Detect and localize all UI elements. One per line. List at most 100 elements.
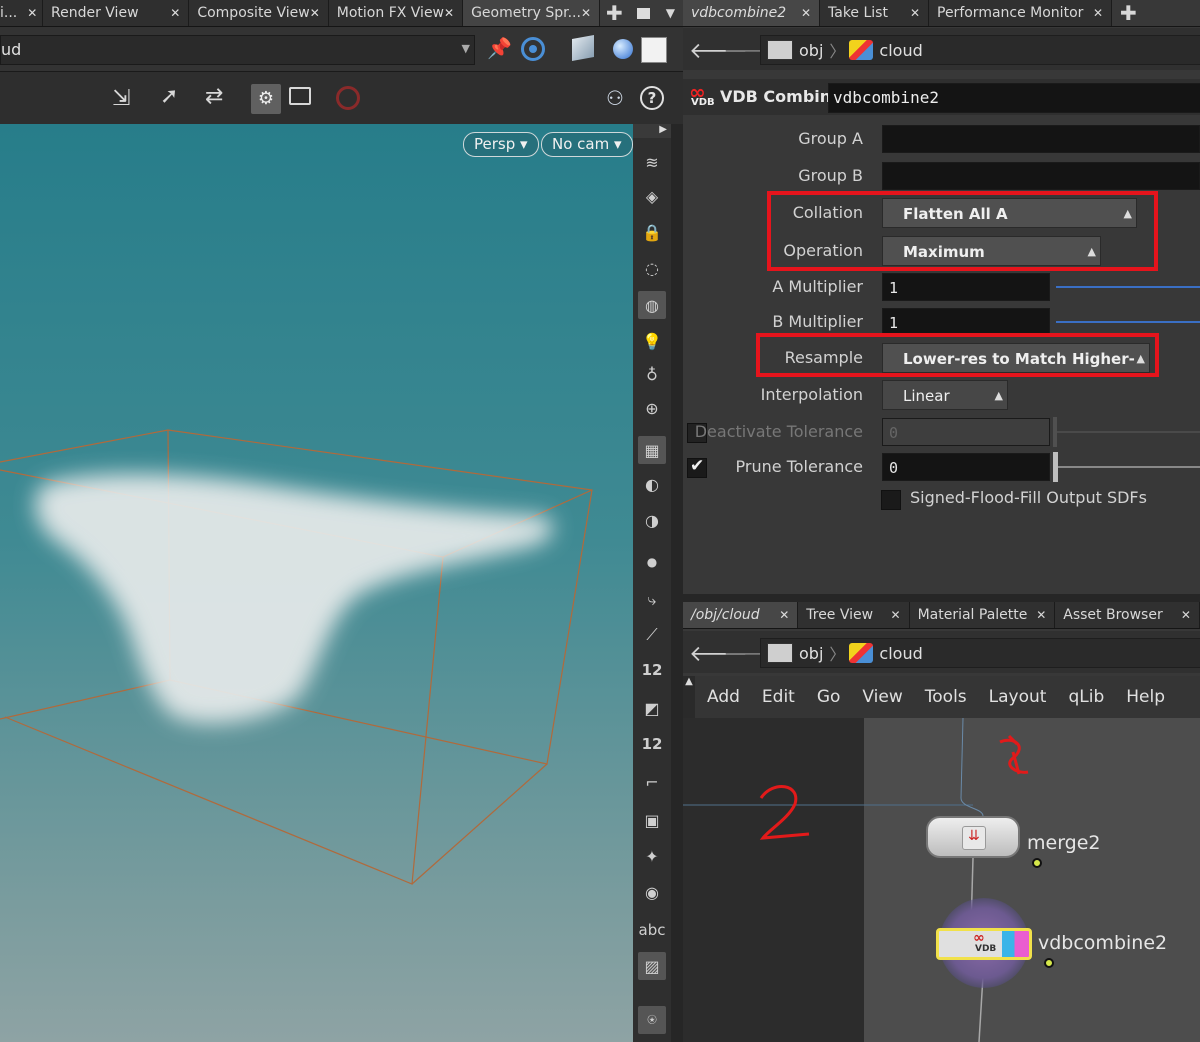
ghost-icon[interactable]: ◑: [638, 506, 666, 534]
menu-layout[interactable]: Layout: [989, 687, 1047, 707]
light-add-icon[interactable]: ♁: [638, 360, 666, 388]
close-icon[interactable]: ✕: [444, 6, 454, 20]
close-icon[interactable]: ✕: [891, 608, 901, 622]
b-multiplier-field[interactable]: 1: [882, 308, 1050, 336]
tab-composite-view[interactable]: Composite View ✕: [189, 0, 329, 26]
pose-tool-icon[interactable]: [289, 87, 311, 105]
a-multiplier-field[interactable]: 1: [882, 273, 1050, 301]
primitive-icon[interactable]: ◩: [638, 694, 666, 722]
tab-motion-fx-view[interactable]: Motion FX View ✕: [328, 0, 464, 26]
tab-truncated[interactable]: i... ✕: [0, 0, 43, 26]
close-icon[interactable]: ✕: [801, 6, 811, 20]
view-tool-icon[interactable]: ⇲: [112, 86, 130, 111]
breadcrumb-cloud[interactable]: cloud: [879, 644, 922, 663]
origin-icon[interactable]: ✦: [638, 842, 666, 870]
close-icon[interactable]: ✕: [1036, 608, 1046, 622]
node-name-field[interactable]: vdbcombine2: [828, 83, 1200, 113]
tab-geometry-spreadsheet[interactable]: Geometry Spr... ✕: [463, 0, 600, 26]
path-field[interactable]: ud ▼: [0, 35, 475, 65]
menu-edit[interactable]: Edit: [762, 687, 795, 707]
group-b-field[interactable]: [882, 162, 1200, 190]
scroll-up-icon[interactable]: ▲: [683, 676, 695, 718]
deactivate-slider[interactable]: [1057, 431, 1200, 433]
edge-icon[interactable]: ⌐: [638, 768, 666, 796]
background-color-icon[interactable]: [641, 37, 667, 63]
tab-material-palette[interactable]: Material Palette ✕: [909, 602, 1056, 628]
close-icon[interactable]: ✕: [1181, 608, 1191, 622]
breadcrumb-cloud[interactable]: cloud: [879, 41, 922, 60]
close-icon[interactable]: ✕: [310, 6, 320, 20]
resample-menu[interactable]: Lower-res to Match Higher-res▲: [882, 343, 1150, 398]
guide-icon[interactable]: ◉: [638, 878, 666, 906]
point-numbers-icon[interactable]: 12: [638, 656, 666, 684]
chevron-down-icon[interactable]: ▼: [462, 42, 470, 55]
pin-icon[interactable]: 📌: [487, 36, 513, 62]
deactivate-tolerance-field[interactable]: 0: [882, 418, 1050, 446]
menu-view[interactable]: View: [862, 687, 902, 707]
background-image-icon[interactable]: ▨: [638, 952, 666, 980]
merge2-node[interactable]: ⇊: [926, 816, 1020, 858]
3d-viewport[interactable]: Persp ▾ No cam ▾: [0, 124, 633, 1042]
cube-icon[interactable]: [572, 35, 594, 61]
breadcrumb-obj[interactable]: obj: [799, 41, 823, 60]
headlight-icon[interactable]: ◍: [638, 291, 666, 319]
menu-qlib[interactable]: qLib: [1068, 687, 1104, 707]
pane-splitter[interactable]: [683, 594, 1200, 602]
menu-tools[interactable]: Tools: [925, 687, 967, 707]
record-icon[interactable]: [336, 86, 360, 110]
a-multiplier-slider[interactable]: [1056, 286, 1200, 288]
display-options-icon[interactable]: ⚇: [606, 86, 624, 110]
handle-tool-icon[interactable]: ⚙: [251, 84, 281, 114]
transform-tool-icon[interactable]: ⇄: [205, 84, 223, 109]
light-bulb-icon[interactable]: 💡: [638, 327, 666, 355]
layers-icon[interactable]: ≋: [638, 148, 666, 176]
prune-tolerance-field[interactable]: 0: [882, 453, 1050, 481]
sdf-checkbox[interactable]: [881, 490, 901, 510]
collation-menu[interactable]: Flatten All A ▲: [882, 198, 1137, 228]
link-target-icon[interactable]: [521, 37, 545, 61]
b-multiplier-slider[interactable]: [1056, 321, 1200, 323]
operation-menu[interactable]: Maximum ▲: [882, 236, 1101, 266]
interpolation-menu[interactable]: Linear ▲: [882, 380, 1008, 410]
vertex-normal-icon[interactable]: ⟋: [638, 621, 666, 649]
primitive-numbers-icon[interactable]: 12: [638, 730, 666, 758]
network-canvas[interactable]: ⇊ merge2 ∞ VDB vdbcombine2: [683, 718, 1200, 1042]
close-icon[interactable]: ✕: [170, 6, 180, 20]
normal-icon[interactable]: ⤷: [638, 586, 666, 614]
vdbcombine2-node[interactable]: ∞ VDB: [936, 928, 1032, 960]
help-icon[interactable]: ?: [640, 86, 664, 110]
tab-asset-browser[interactable]: Asset Browser ✕: [1055, 602, 1200, 628]
add-tab-button[interactable]: ✚: [1112, 0, 1145, 26]
close-icon[interactable]: ✕: [27, 6, 37, 20]
point-icon[interactable]: ●: [638, 548, 666, 576]
prune-tolerance-checkbox[interactable]: ✔: [687, 456, 707, 478]
select-tool-icon[interactable]: ➚: [160, 84, 178, 109]
menu-help[interactable]: Help: [1126, 687, 1165, 707]
close-icon[interactable]: ✕: [910, 6, 920, 20]
snapshot-icon[interactable]: ⍟: [638, 1006, 666, 1034]
tab-performance-monitor[interactable]: Performance Monitor ✕: [929, 0, 1112, 26]
uv-icon[interactable]: ▣: [638, 806, 666, 834]
add-tab-button[interactable]: ✚: [600, 0, 629, 26]
tab-render-view[interactable]: Render View ✕: [43, 0, 190, 26]
group-a-field[interactable]: [882, 125, 1200, 153]
visibility-icon[interactable]: ◐: [638, 470, 666, 498]
close-icon[interactable]: ✕: [779, 608, 789, 622]
lock-icon[interactable]: 🔒: [638, 218, 666, 246]
pane-divider[interactable]: [671, 124, 683, 1042]
camera-view-icon[interactable]: ◈: [638, 182, 666, 210]
tab-obj-cloud[interactable]: /obj/cloud ✕: [683, 602, 799, 628]
menu-add[interactable]: Add: [707, 687, 740, 707]
close-icon[interactable]: ✕: [581, 6, 591, 20]
menu-go[interactable]: Go: [817, 687, 841, 707]
close-icon[interactable]: ✕: [1093, 6, 1103, 20]
maximize-pane-button[interactable]: [628, 0, 658, 26]
light-plus-icon[interactable]: ⊕: [638, 394, 666, 422]
pane-menu-button[interactable]: ▼: [657, 0, 683, 26]
sphere-icon[interactable]: [613, 39, 633, 59]
breadcrumb-obj[interactable]: obj: [799, 644, 823, 663]
tab-vdbcombine2[interactable]: vdbcombine2 ✕: [683, 0, 820, 26]
prune-slider[interactable]: [1058, 466, 1200, 468]
tab-tree-view[interactable]: Tree View ✕: [798, 602, 910, 628]
tab-take-list[interactable]: Take List ✕: [820, 0, 929, 26]
